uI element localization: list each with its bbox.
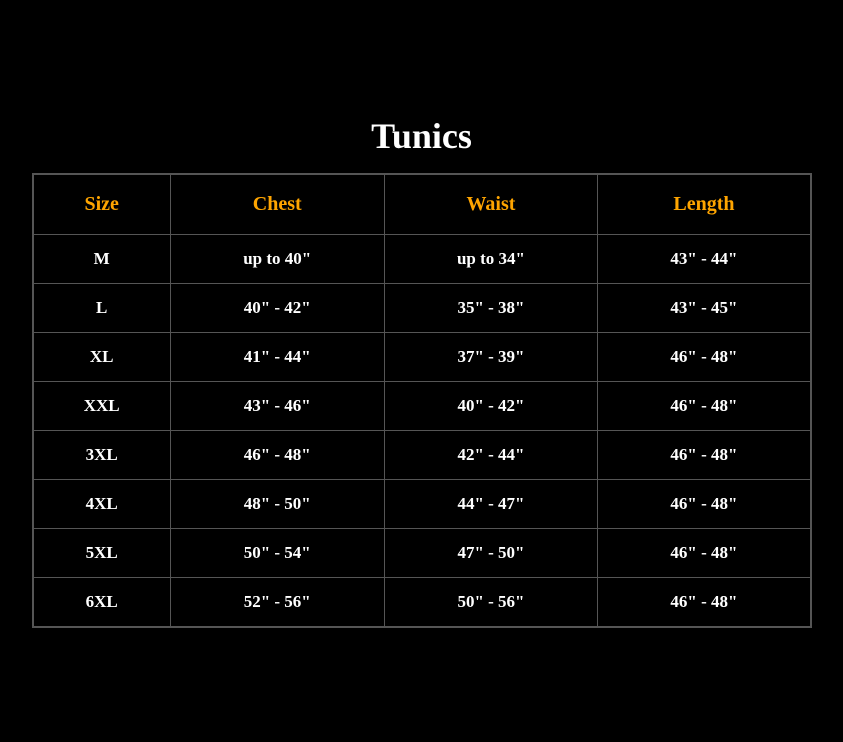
cell-chest: 43" - 46" bbox=[170, 381, 384, 430]
cell-chest: up to 40" bbox=[170, 234, 384, 283]
main-container: Tunics Size Chest Waist Length Mup to 40… bbox=[12, 95, 832, 648]
table-row: Mup to 40"up to 34"43" - 44" bbox=[33, 234, 811, 283]
cell-size: XXL bbox=[33, 381, 171, 430]
header-row: Size Chest Waist Length bbox=[33, 174, 811, 235]
table-row: L40" - 42"35" - 38"43" - 45" bbox=[33, 283, 811, 332]
cell-size: XL bbox=[33, 332, 171, 381]
cell-chest: 40" - 42" bbox=[170, 283, 384, 332]
cell-chest: 50" - 54" bbox=[170, 528, 384, 577]
cell-chest: 52" - 56" bbox=[170, 577, 384, 627]
table-row: 4XL48" - 50"44" - 47"46" - 48" bbox=[33, 479, 811, 528]
cell-length: 46" - 48" bbox=[598, 528, 811, 577]
cell-size: M bbox=[33, 234, 171, 283]
table-row: 6XL52" - 56"50" - 56"46" - 48" bbox=[33, 577, 811, 627]
cell-length: 46" - 48" bbox=[598, 430, 811, 479]
cell-waist: 47" - 50" bbox=[384, 528, 598, 577]
cell-length: 46" - 48" bbox=[598, 381, 811, 430]
header-waist: Waist bbox=[384, 174, 598, 235]
page-title: Tunics bbox=[32, 115, 812, 157]
table-row: 3XL46" - 48"42" - 44"46" - 48" bbox=[33, 430, 811, 479]
table-header: Size Chest Waist Length bbox=[33, 174, 811, 235]
cell-chest: 48" - 50" bbox=[170, 479, 384, 528]
cell-waist: up to 34" bbox=[384, 234, 598, 283]
cell-waist: 42" - 44" bbox=[384, 430, 598, 479]
header-size: Size bbox=[33, 174, 171, 235]
cell-size: 5XL bbox=[33, 528, 171, 577]
cell-length: 43" - 45" bbox=[598, 283, 811, 332]
cell-length: 46" - 48" bbox=[598, 332, 811, 381]
table-row: XXL43" - 46"40" - 42"46" - 48" bbox=[33, 381, 811, 430]
table-row: 5XL50" - 54"47" - 50"46" - 48" bbox=[33, 528, 811, 577]
table-row: XL41" - 44"37" - 39"46" - 48" bbox=[33, 332, 811, 381]
header-chest: Chest bbox=[170, 174, 384, 235]
size-chart-table: Size Chest Waist Length Mup to 40"up to … bbox=[32, 173, 812, 628]
cell-length: 43" - 44" bbox=[598, 234, 811, 283]
cell-size: 4XL bbox=[33, 479, 171, 528]
cell-length: 46" - 48" bbox=[598, 479, 811, 528]
cell-chest: 41" - 44" bbox=[170, 332, 384, 381]
table-body: Mup to 40"up to 34"43" - 44"L40" - 42"35… bbox=[33, 234, 811, 627]
cell-length: 46" - 48" bbox=[598, 577, 811, 627]
cell-size: 6XL bbox=[33, 577, 171, 627]
cell-waist: 50" - 56" bbox=[384, 577, 598, 627]
cell-waist: 35" - 38" bbox=[384, 283, 598, 332]
cell-size: 3XL bbox=[33, 430, 171, 479]
cell-waist: 40" - 42" bbox=[384, 381, 598, 430]
cell-chest: 46" - 48" bbox=[170, 430, 384, 479]
cell-size: L bbox=[33, 283, 171, 332]
cell-waist: 44" - 47" bbox=[384, 479, 598, 528]
cell-waist: 37" - 39" bbox=[384, 332, 598, 381]
header-length: Length bbox=[598, 174, 811, 235]
